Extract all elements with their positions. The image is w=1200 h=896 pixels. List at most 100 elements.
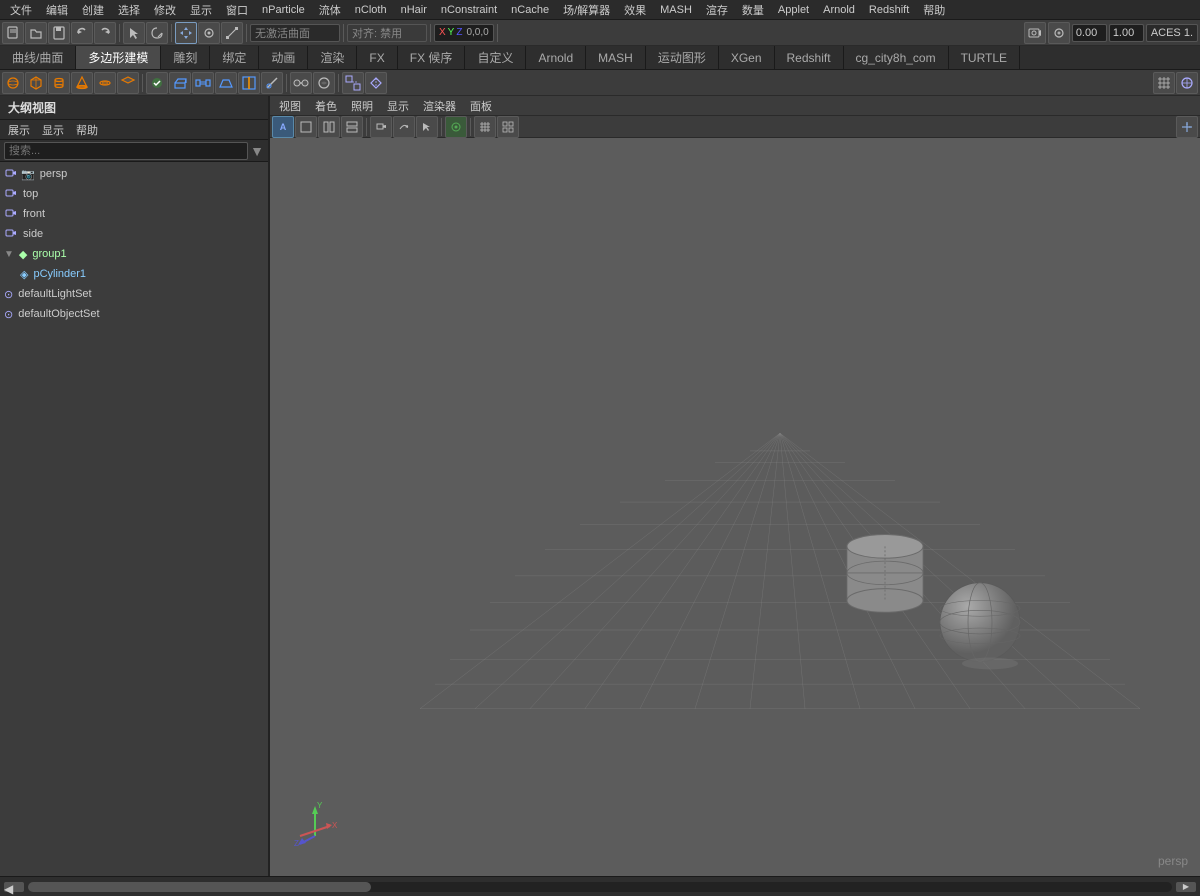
viewport-menu-view[interactable]: 视图 <box>274 97 306 115</box>
tab-cgcity[interactable]: cg_city8h_com <box>844 46 949 69</box>
menu-number[interactable]: 数量 <box>736 1 770 19</box>
value2-field[interactable]: 1.00 <box>1109 24 1144 42</box>
outliner-item-pcylinder1[interactable]: ◈ pCylinder1 <box>0 264 268 284</box>
menu-save[interactable]: 渲存 <box>700 1 734 19</box>
viewport-menu-lighting[interactable]: 照明 <box>346 97 378 115</box>
tab-turtle[interactable]: TURTLE <box>949 46 1020 69</box>
outliner-menu-display[interactable]: 显示 <box>38 121 68 139</box>
tab-redshift[interactable]: Redshift <box>775 46 844 69</box>
active-curve-field[interactable]: 无激活曲面 <box>250 24 340 42</box>
outliner-item-front[interactable]: front <box>0 204 268 224</box>
tab-fx[interactable]: FX <box>357 46 397 69</box>
rotate-tool-button[interactable] <box>198 22 220 44</box>
tab-curves-surfaces[interactable]: 曲线/曲面 <box>0 46 76 69</box>
vp-cam-move[interactable] <box>370 116 392 138</box>
redo-button[interactable] <box>94 22 116 44</box>
move-tool-button[interactable] <box>175 22 197 44</box>
viewport-panel[interactable]: 视图 着色 照明 显示 渲染器 面板 A <box>270 96 1200 876</box>
vp-layout2[interactable] <box>318 116 340 138</box>
viewport-menu-renderer[interactable]: 渲染器 <box>418 97 461 115</box>
mesh-sphere-button[interactable] <box>2 72 24 94</box>
vp-transform-button[interactable] <box>1176 116 1198 138</box>
menu-display[interactable]: 显示 <box>184 1 218 19</box>
scrollbar-track[interactable] <box>28 882 1172 892</box>
menu-redshift[interactable]: Redshift <box>863 3 915 17</box>
viewport-menu-panel[interactable]: 面板 <box>465 97 497 115</box>
viewport-menu-show[interactable]: 显示 <box>382 97 414 115</box>
scroll-left-button[interactable]: ◀ <box>4 882 24 892</box>
select-tool-button[interactable] <box>123 22 145 44</box>
vp-layout1[interactable] <box>295 116 317 138</box>
menu-fluid[interactable]: 流体 <box>313 1 347 19</box>
tab-fx-queue[interactable]: FX 候序 <box>398 46 466 69</box>
outliner-item-persp[interactable]: 📷 persp <box>0 164 268 184</box>
mesh-torus-button[interactable] <box>94 72 116 94</box>
value1-field[interactable]: 0.00 <box>1072 24 1107 42</box>
undo-button[interactable] <box>71 22 93 44</box>
outliner-item-objectset[interactable]: ⊙ defaultObjectSet <box>0 304 268 324</box>
menu-ncloth[interactable]: nCloth <box>349 3 393 17</box>
tab-sculpt[interactable]: 雕刻 <box>161 46 210 69</box>
tab-custom[interactable]: 自定义 <box>465 46 526 69</box>
vp-4view[interactable] <box>497 116 519 138</box>
tab-mash[interactable]: MASH <box>586 46 646 69</box>
smooth-button[interactable] <box>313 72 335 94</box>
render-settings-button[interactable] <box>1048 22 1070 44</box>
tab-polygon-modeling[interactable]: 多边形建模 <box>76 46 161 69</box>
mesh-cube-button[interactable] <box>25 72 47 94</box>
mesh-cylinder-button[interactable] <box>48 72 70 94</box>
menu-ncache[interactable]: nCache <box>505 3 555 17</box>
separate-button[interactable] <box>365 72 387 94</box>
menu-arnold[interactable]: Arnold <box>817 3 861 17</box>
tab-animation[interactable]: 动画 <box>259 46 308 69</box>
vp-layout3[interactable] <box>341 116 363 138</box>
multi-cut-button[interactable] <box>261 72 283 94</box>
scrollbar-thumb[interactable] <box>28 882 371 892</box>
tab-rendering[interactable]: 渲染 <box>308 46 357 69</box>
mesh-cone-button[interactable] <box>71 72 93 94</box>
camera-persp-button[interactable]: A <box>272 116 294 138</box>
bridge-button[interactable] <box>192 72 214 94</box>
scroll-right-button[interactable]: ▶ <box>1176 882 1196 892</box>
menu-select[interactable]: 选择 <box>112 1 146 19</box>
viewport-canvas[interactable]: .grid-line { stroke: #888888; stroke-wid… <box>270 138 1200 876</box>
menu-edit[interactable]: 编辑 <box>40 1 74 19</box>
menu-file[interactable]: 文件 <box>4 1 38 19</box>
menu-nparticle[interactable]: nParticle <box>256 3 311 17</box>
vp-select-mode[interactable] <box>416 116 438 138</box>
tab-xgen[interactable]: XGen <box>719 46 775 69</box>
outliner-item-lightset[interactable]: ⊙ defaultLightSet <box>0 284 268 304</box>
tab-motion-graphics[interactable]: 运动图形 <box>646 46 719 69</box>
outliner-item-top[interactable]: top <box>0 184 268 204</box>
tab-rigging[interactable]: 绑定 <box>210 46 259 69</box>
vp-grid-button[interactable] <box>474 116 496 138</box>
menu-window[interactable]: 窗口 <box>220 1 254 19</box>
outliner-menu-help[interactable]: 帮助 <box>72 121 102 139</box>
menu-effects[interactable]: 效果 <box>618 1 652 19</box>
menu-nconstraint[interactable]: nConstraint <box>435 3 503 17</box>
wireframe-button[interactable] <box>1176 72 1198 94</box>
menu-create[interactable]: 创建 <box>76 1 110 19</box>
snap-grid-button[interactable] <box>1153 72 1175 94</box>
menu-fields[interactable]: 场/解算器 <box>557 1 616 19</box>
combine-button[interactable] <box>342 72 364 94</box>
scale-tool-button[interactable] <box>221 22 243 44</box>
menu-applet[interactable]: Applet <box>772 3 815 17</box>
search-dropdown-icon[interactable]: ▼ <box>250 143 264 159</box>
loopcut-button[interactable] <box>238 72 260 94</box>
save-scene-button[interactable] <box>48 22 70 44</box>
menu-mash[interactable]: MASH <box>654 3 698 17</box>
search-input[interactable] <box>4 142 248 160</box>
select-lasso-button[interactable] <box>146 22 168 44</box>
merge-button[interactable] <box>290 72 312 94</box>
poly-select-button[interactable] <box>146 72 168 94</box>
mesh-plane-button[interactable] <box>117 72 139 94</box>
new-scene-button[interactable] <box>2 22 24 44</box>
menu-modify[interactable]: 修改 <box>148 1 182 19</box>
open-scene-button[interactable] <box>25 22 47 44</box>
menu-help[interactable]: 帮助 <box>917 1 951 19</box>
viewport-menu-shading[interactable]: 着色 <box>310 97 342 115</box>
camera-button[interactable] <box>1024 22 1046 44</box>
outliner-menu-show[interactable]: 展示 <box>4 121 34 139</box>
extrude-button[interactable] <box>169 72 191 94</box>
